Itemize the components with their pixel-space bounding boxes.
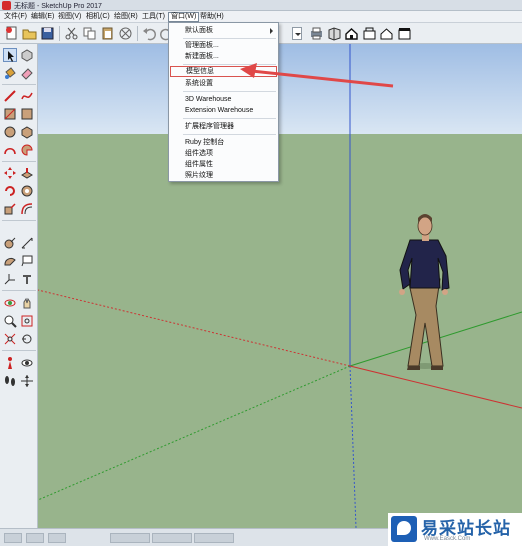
- undo-icon[interactable]: [142, 26, 157, 41]
- protractor-icon[interactable]: [3, 254, 17, 268]
- zoom-icon[interactable]: [3, 314, 17, 328]
- section-plane-icon[interactable]: [20, 374, 34, 388]
- eraser-icon[interactable]: [20, 66, 34, 80]
- credits-icon[interactable]: [26, 533, 44, 543]
- modeling-viewport[interactable]: [38, 44, 522, 528]
- push-pull-icon[interactable]: [20, 166, 34, 180]
- menu-camera[interactable]: 相机(C): [84, 12, 112, 22]
- menu-item-component-options[interactable]: 组件选项: [170, 148, 277, 159]
- rotated-rectangle-icon[interactable]: [20, 107, 34, 121]
- menu-item-extension-manager[interactable]: 扩展程序管理器: [170, 121, 277, 132]
- menu-tools[interactable]: 工具(T): [140, 12, 167, 22]
- rectangle-icon[interactable]: [3, 107, 17, 121]
- geo-location-icon[interactable]: [4, 533, 22, 543]
- watermark-subtitle: Www.Easck.Com: [424, 536, 471, 542]
- position-camera-icon[interactable]: [3, 356, 17, 370]
- orbit-icon[interactable]: [3, 296, 17, 310]
- menu-item-manage-trays[interactable]: 管理面板...: [170, 40, 277, 51]
- pie-icon[interactable]: [20, 143, 34, 157]
- paint-bucket-icon[interactable]: [3, 66, 17, 80]
- home-icon[interactable]: [344, 26, 359, 41]
- look-around-icon[interactable]: [20, 356, 34, 370]
- layout-icon[interactable]: [397, 26, 412, 41]
- component-icon[interactable]: [362, 26, 377, 41]
- paste-icon[interactable]: [100, 26, 115, 41]
- scale-icon[interactable]: [3, 202, 17, 216]
- component-icon[interactable]: [20, 48, 34, 62]
- open-icon[interactable]: [22, 26, 37, 41]
- cut-icon[interactable]: [64, 26, 79, 41]
- menu-view[interactable]: 视图(V): [56, 12, 83, 22]
- polygon-icon[interactable]: [20, 125, 34, 139]
- menu-item-label: 默认面板: [185, 27, 213, 34]
- axes-icon[interactable]: [3, 272, 17, 286]
- erase-icon[interactable]: [118, 26, 133, 41]
- line-icon[interactable]: [3, 89, 17, 103]
- taskbar-tab[interactable]: [110, 533, 150, 543]
- tool-palette: [0, 44, 38, 546]
- menu-file[interactable]: 文件(F): [2, 12, 29, 22]
- pan-icon[interactable]: [20, 296, 34, 310]
- menu-item-photo-textures[interactable]: 照片纹理: [170, 170, 277, 181]
- taskbar-tab[interactable]: [194, 533, 234, 543]
- 3d-warehouse-icon[interactable]: [327, 26, 342, 41]
- tape-measure-icon[interactable]: [3, 236, 17, 250]
- zoom-window-icon[interactable]: [20, 314, 34, 328]
- menu-item-ruby-console[interactable]: Ruby 控制台: [170, 137, 277, 148]
- freehand-icon[interactable]: [20, 89, 34, 103]
- menu-window[interactable]: 窗口(W): [168, 12, 200, 22]
- chevron-down-icon: [295, 33, 301, 36]
- user-icon[interactable]: [48, 533, 66, 543]
- dimension-icon[interactable]: [20, 236, 34, 250]
- watermark-logo-icon: [391, 516, 417, 542]
- 3d-text-icon[interactable]: [20, 272, 34, 286]
- menu-item-3d-warehouse[interactable]: 3D Warehouse: [170, 94, 277, 105]
- arc-icon[interactable]: [3, 143, 17, 157]
- title-bar: 无标题 - SketchUp Pro 2017: [0, 0, 522, 11]
- rotate-icon[interactable]: [3, 184, 17, 198]
- circle-icon[interactable]: [3, 125, 17, 139]
- menu-item-component-attributes[interactable]: 组件属性: [170, 159, 277, 170]
- taskbar-tab[interactable]: [152, 533, 192, 543]
- chevron-right-icon: [270, 28, 273, 34]
- menu-item-default-tray[interactable]: 默认面板: [170, 25, 277, 36]
- walk-icon[interactable]: [3, 374, 17, 388]
- save-icon[interactable]: [40, 26, 55, 41]
- copy-icon[interactable]: [82, 26, 97, 41]
- select-icon[interactable]: [3, 48, 17, 62]
- menu-item-extension-warehouse[interactable]: Extension Warehouse: [170, 105, 277, 116]
- text-icon[interactable]: [20, 254, 34, 268]
- house-icon[interactable]: [379, 26, 394, 41]
- offset-icon[interactable]: [20, 202, 34, 216]
- window-menu-dropdown: 默认面板 管理面板... 新建面板... 模型信息 系统设置 3D Wareho…: [168, 22, 279, 182]
- window-title: 无标题 - SketchUp Pro 2017: [14, 3, 102, 10]
- zoom-extents-icon[interactable]: [3, 332, 17, 346]
- new-file-icon[interactable]: [4, 26, 19, 41]
- previous-view-icon[interactable]: [20, 332, 34, 346]
- annotation-arrow: [230, 60, 395, 90]
- watermark: 易采站长站 Www.Easck.Com: [388, 513, 522, 546]
- status-bar: [0, 528, 388, 546]
- menu-edit[interactable]: 编辑(E): [29, 12, 56, 22]
- print-icon[interactable]: [309, 26, 324, 41]
- sketchup-logo-icon: [2, 1, 11, 10]
- menu-draw[interactable]: 绘图(R): [112, 12, 140, 22]
- follow-me-icon[interactable]: [20, 184, 34, 198]
- menu-help[interactable]: 帮助(H): [198, 12, 226, 22]
- move-icon[interactable]: [3, 166, 17, 180]
- styles-dropdown[interactable]: [292, 27, 302, 40]
